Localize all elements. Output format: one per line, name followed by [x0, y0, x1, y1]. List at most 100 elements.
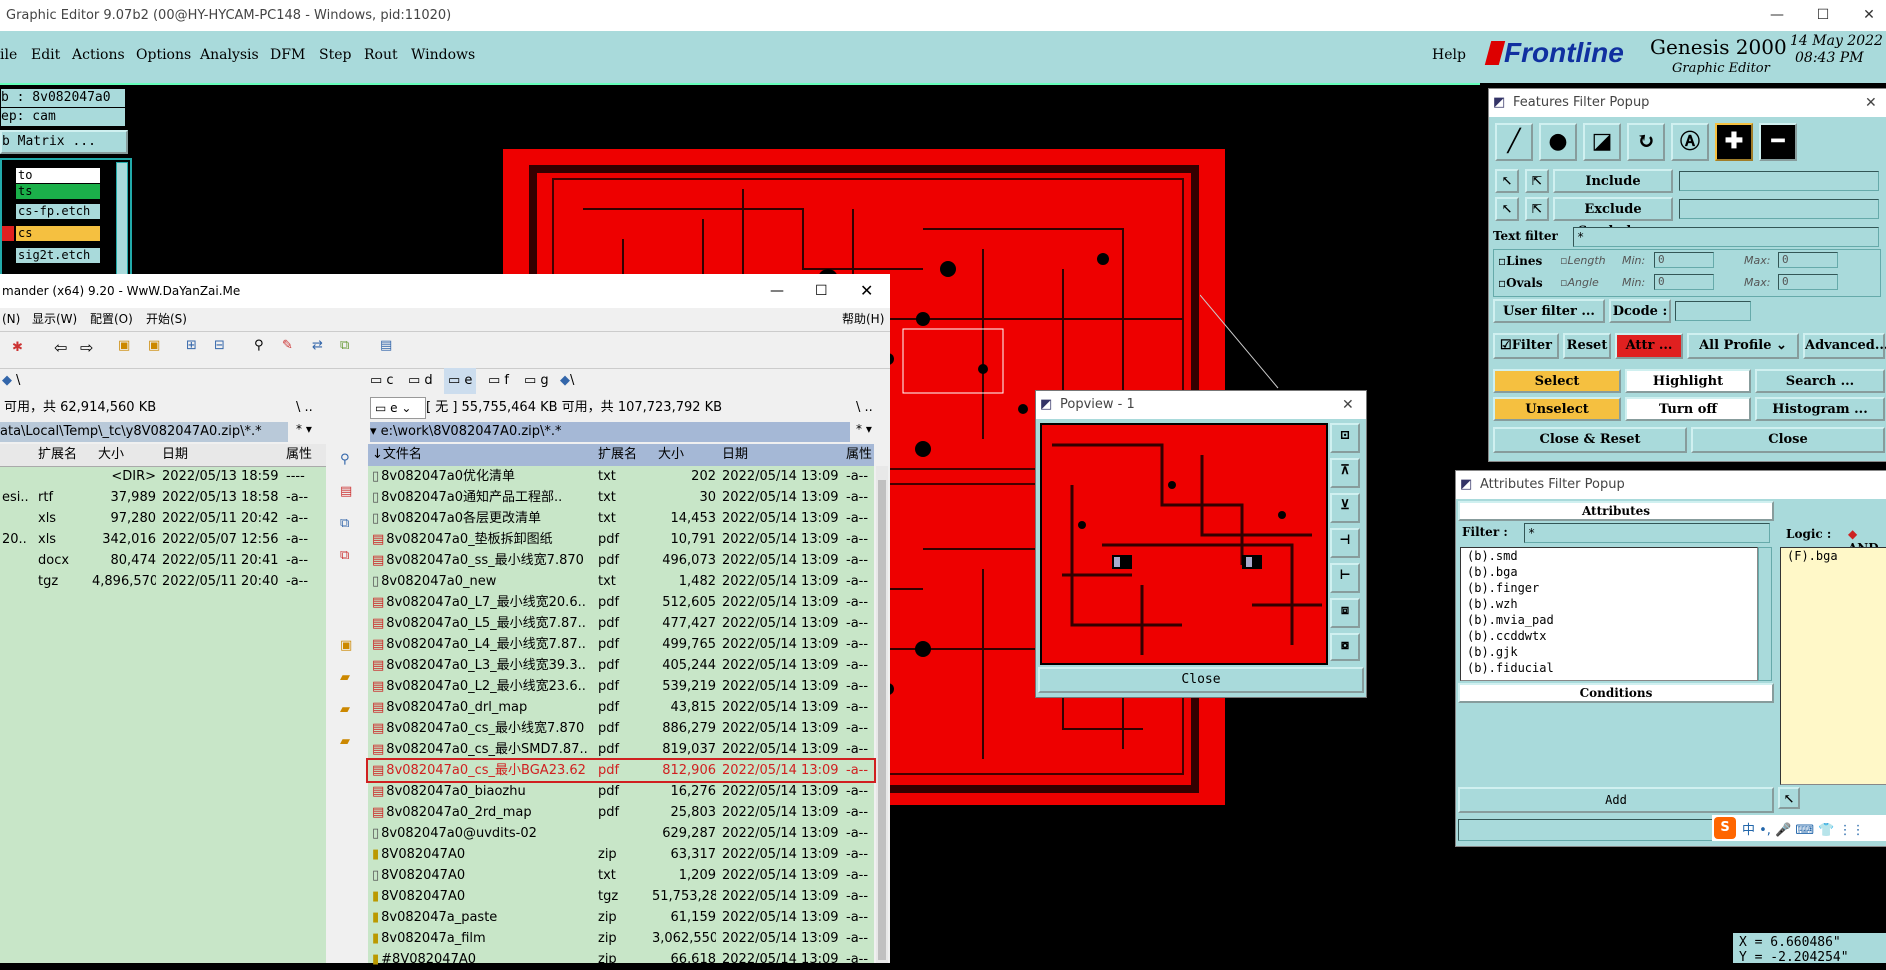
- attr-item[interactable]: (b).gjk: [1461, 644, 1757, 660]
- popview-close-button[interactable]: Close: [1038, 667, 1364, 693]
- edit-icon[interactable]: ▤: [340, 484, 352, 499]
- forward-icon[interactable]: ⇨: [80, 338, 93, 357]
- rename-icon[interactable]: ✎: [282, 338, 293, 353]
- left-file-row[interactable]: xls 97,280 2022/05/11 20:42 -a--: [0, 508, 326, 529]
- col-size[interactable]: 大小: [98, 444, 124, 466]
- col-date-right[interactable]: 日期: [722, 444, 748, 466]
- notepad-icon[interactable]: ▤: [380, 338, 392, 353]
- right-file-row[interactable]: ▤ 8v082047a0_L4_最小线宽7.87.. pdf 499,765 2022/…: [368, 634, 874, 655]
- search-button[interactable]: Search ...: [1755, 369, 1885, 393]
- refresh-icon[interactable]: ✱: [12, 340, 23, 355]
- right-drive-select[interactable]: ▭ e ⌄: [370, 397, 426, 419]
- include-list-icon[interactable]: ⇱: [1525, 169, 1549, 193]
- right-file-row[interactable]: ▯ 8v082047a0通知产品工程部.. txt 30 2022/05/14 13:0…: [368, 487, 874, 508]
- view-icon[interactable]: ⚲: [340, 452, 350, 467]
- maximize-button[interactable]: ☐: [1800, 0, 1846, 31]
- attributes-list[interactable]: (b).smd (b).bga (b).finger (b).wzh (b).m…: [1460, 547, 1758, 681]
- right-file-row[interactable]: ▮ 8v082047a_paste zip 61,159 2022/05/14 13:0…: [368, 907, 874, 928]
- include-symbols-field[interactable]: [1679, 171, 1879, 191]
- layer-ts[interactable]: ts: [16, 184, 100, 199]
- fm-maximize-button[interactable]: ☐: [815, 274, 828, 308]
- right-file-row[interactable]: ▯ 8v082047a0@uvdits-02 629,287 2022/05/14 1…: [368, 823, 874, 844]
- left-file-row[interactable]: tgz 4,896,570 2022/05/11 20:40 -a--: [0, 571, 326, 592]
- ffp-close-icon[interactable]: ✕: [1865, 89, 1877, 117]
- left-path[interactable]: ata\Local\Temp\_tc\y8V082047A0.zip\*.*: [0, 424, 262, 439]
- attr-item[interactable]: (b).ccddwtx: [1461, 628, 1757, 644]
- fm-close-button[interactable]: ✕: [860, 274, 873, 308]
- right-file-row[interactable]: ▤ 8v082047a0_ss_最小线宽7.870 pdf 496,073 2022/0…: [368, 550, 874, 571]
- histogram-button[interactable]: Histogram ...: [1755, 397, 1885, 421]
- drive-d-button[interactable]: ▭ d: [408, 368, 433, 394]
- right-file-row[interactable]: ▤ 8v082047a0_cs_最小SMD7.87.. pdf 819,037 2022…: [368, 739, 874, 760]
- menu-windows[interactable]: Windows: [411, 47, 475, 63]
- right-file-row[interactable]: ▮ 8v082047a_film zip 3,062,550 2022/05/14 13…: [368, 928, 874, 949]
- col-ext-right[interactable]: 扩展名: [598, 444, 637, 466]
- right-file-row[interactable]: ▮8V082047A0tgz51,753,2882022/05/14 13:09…: [368, 886, 874, 907]
- root-drive-button[interactable]: ◆\: [560, 368, 574, 394]
- arc-feature-icon[interactable]: ↻: [1627, 123, 1665, 161]
- attr-item[interactable]: (b).smd: [1461, 548, 1757, 564]
- right-file-row[interactable]: ▯ 8v082047a0优化清单 txt 202 2022/05/14 13:09 -a-…: [368, 466, 874, 487]
- angle-checkbox[interactable]: ▫Angle: [1560, 276, 1599, 289]
- menu-rout[interactable]: Rout: [364, 47, 398, 63]
- sync-icon[interactable]: ⇄: [312, 338, 323, 353]
- right-file-row[interactable]: ▯ 8v082047a0_new txt 1,482 2022/05/14 13:09-…: [368, 571, 874, 592]
- copy-icon[interactable]: ⧉: [340, 516, 349, 531]
- exclude-symbols-field[interactable]: [1679, 199, 1879, 219]
- exclude-list-icon[interactable]: ⇱: [1525, 197, 1549, 221]
- menu-dfm[interactable]: DFM: [270, 47, 305, 63]
- right-file-row[interactable]: ▤ 8v082047a0_biaozhu pdf 16,276 2022/05/14 1…: [368, 781, 874, 802]
- drive-f-button[interactable]: ▭ f: [488, 368, 509, 394]
- left-file-row[interactable]: docx 80,474 2022/05/11 20:41 -a--: [0, 550, 326, 571]
- right-file-row[interactable]: ▮ #8V082047A0 zip 66,618 2022/05/14 13:09 -a-…: [368, 949, 874, 970]
- angle-max-field[interactable]: 0: [1778, 274, 1838, 290]
- afp-pick-icon[interactable]: ↖: [1778, 787, 1800, 809]
- left-file-row[interactable]: <DIR> 2022/05/13 18:59 ----: [0, 466, 326, 487]
- selected-attributes-list[interactable]: (F).bga: [1780, 547, 1886, 785]
- highlight-button[interactable]: Highlight: [1625, 369, 1751, 393]
- col-ext[interactable]: 扩展名: [38, 444, 77, 466]
- left-root-button[interactable]: \ ..: [296, 395, 313, 421]
- include-pick-icon[interactable]: ↖: [1495, 169, 1519, 193]
- text-filter-field[interactable]: *: [1573, 227, 1879, 247]
- folder-icon[interactable]: ▰: [340, 702, 350, 717]
- layer-cs-fp-etch[interactable]: cs-fp.etch: [16, 204, 100, 219]
- turn-off-button[interactable]: Turn off: [1625, 397, 1751, 421]
- url-icon[interactable]: ⊟: [214, 338, 225, 353]
- right-root-button[interactable]: \ ..: [856, 395, 873, 421]
- filter-toggle[interactable]: ☑Filter: [1493, 333, 1559, 359]
- sogou-ime-icon[interactable]: S: [1714, 817, 1736, 839]
- dcode-field[interactable]: [1675, 301, 1751, 321]
- menu-actions[interactable]: Actions: [72, 47, 125, 63]
- right-file-row[interactable]: ▤ 8v082047a0_L7_最小线宽20.6.. pdf 512,605 2022/…: [368, 592, 874, 613]
- right-file-row[interactable]: ▮ 8V082047A0 zip 63,317 2022/05/14 13:09 -a--: [368, 844, 874, 865]
- fm-minimize-button[interactable]: —: [770, 274, 784, 308]
- exclude-pick-icon[interactable]: ↖: [1495, 197, 1519, 221]
- compare-icon[interactable]: ⧉: [340, 338, 349, 353]
- col-attr-right[interactable]: 属性: [846, 444, 872, 466]
- attr-item[interactable]: (b).finger: [1461, 580, 1757, 596]
- menu-step[interactable]: Step: [319, 47, 351, 63]
- zoom-in-icon[interactable]: ⧈: [1330, 598, 1360, 628]
- col-attr[interactable]: 属性: [286, 444, 312, 466]
- newfolder-icon[interactable]: ▰: [340, 670, 350, 685]
- layer-sig2t-etch[interactable]: sig2t.etch: [16, 248, 100, 263]
- drive-e-button[interactable]: ▭ e: [444, 368, 477, 394]
- right-file-row[interactable]: ▯ 8v082047a0各层更改清单 txt 14,453 2022/05/14 13:…: [368, 508, 874, 529]
- advanced-button[interactable]: Advanced...: [1803, 333, 1886, 359]
- select-button[interactable]: Select: [1493, 369, 1621, 393]
- user-filter-button[interactable]: User filter ...: [1493, 299, 1605, 323]
- right-scrollbar[interactable]: [876, 466, 888, 963]
- pack-side-icon[interactable]: ▣: [340, 638, 352, 653]
- right-path[interactable]: ▾ e:\work\8V082047A0.zip\*.*: [370, 424, 562, 439]
- right-filter-menu[interactable]: * ▾: [856, 422, 872, 436]
- attributes-scrollbar[interactable]: [1758, 547, 1772, 681]
- layer-cs[interactable]: cs: [16, 226, 100, 241]
- attr-item[interactable]: (b).bga: [1461, 564, 1757, 580]
- positive-polarity-icon[interactable]: ✚: [1715, 123, 1753, 161]
- fm-menu-config[interactable]: 配置(O): [90, 308, 133, 330]
- zoom-out-icon[interactable]: ⧇: [1330, 633, 1360, 661]
- right-file-row[interactable]: ▤ 8v082047a0_drl_map pdf 43,815 2022/05/14 1…: [368, 697, 874, 718]
- left-drive-path[interactable]: \: [16, 368, 20, 394]
- right-file-row[interactable]: ▤ 8v082047a0_L3_最小线宽39.3.. pdf 405,244 2022/…: [368, 655, 874, 676]
